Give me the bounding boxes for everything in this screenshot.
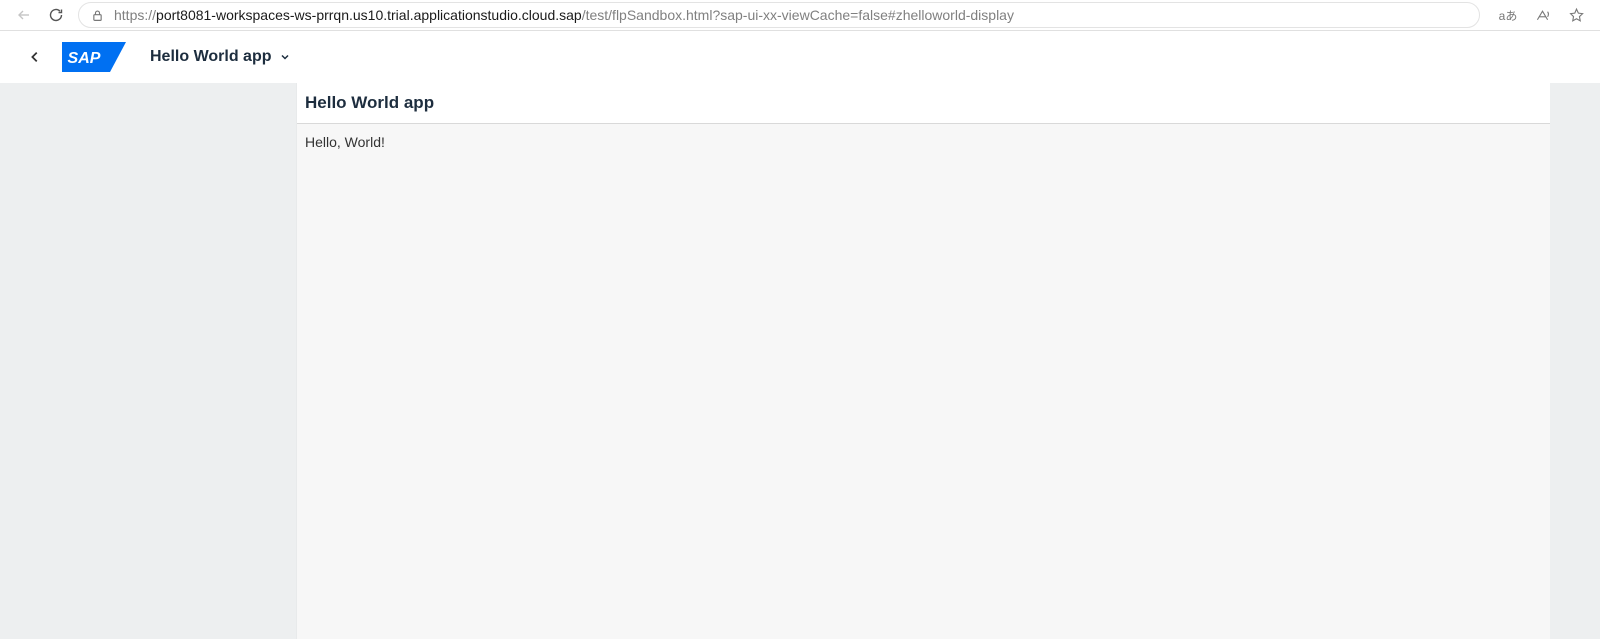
shell-back-button[interactable]	[18, 40, 52, 74]
shell-title: Hello World app	[150, 48, 271, 66]
browser-right-icons: aあ	[1492, 1, 1592, 29]
favorite-icon[interactable]	[1560, 1, 1592, 29]
sap-logo: SAP	[62, 42, 126, 72]
translate-icon[interactable]: aあ	[1492, 1, 1524, 29]
right-gutter	[1550, 83, 1600, 639]
address-bar[interactable]: https://port8081-workspaces-ws-prrqn.us1…	[78, 2, 1480, 28]
chevron-down-icon	[279, 51, 291, 63]
lock-icon	[91, 9, 104, 22]
read-aloud-icon[interactable]	[1526, 1, 1558, 29]
shell-header: SAP Hello World app	[0, 31, 1600, 83]
browser-back-button[interactable]	[8, 1, 40, 29]
page-wrap: Hello World app Hello, World!	[0, 83, 1600, 639]
panel-header: Hello World app	[297, 83, 1550, 124]
page-body-text: Hello, World!	[305, 134, 1542, 150]
browser-refresh-button[interactable]	[40, 1, 72, 29]
browser-toolbar: https://port8081-workspaces-ws-prrqn.us1…	[0, 0, 1600, 31]
left-gutter	[0, 83, 297, 639]
shell-title-dropdown[interactable]: Hello World app	[150, 48, 291, 66]
panel-body: Hello, World!	[297, 124, 1550, 160]
content-panel: Hello World app Hello, World!	[297, 83, 1550, 639]
svg-text:SAP: SAP	[68, 50, 101, 67]
address-url: https://port8081-workspaces-ws-prrqn.us1…	[114, 7, 1467, 23]
page-title: Hello World app	[305, 93, 1542, 113]
